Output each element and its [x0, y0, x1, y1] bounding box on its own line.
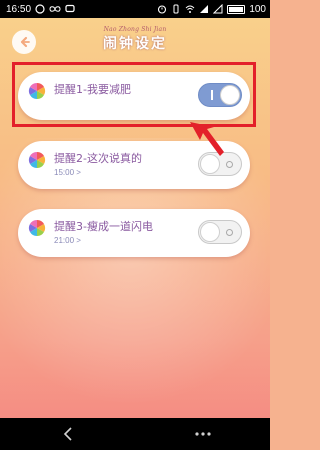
- status-alarm-icon: [158, 5, 167, 14]
- battery-icon: [227, 4, 246, 14]
- back-arrow-icon: [20, 36, 30, 48]
- nav-menu-button[interactable]: [188, 424, 218, 444]
- nav-bar: [0, 418, 270, 450]
- reminder-time-2[interactable]: 15:00 >: [54, 168, 81, 177]
- reminder-card-3[interactable]: 提醒3-瘦成一道闪电 21:00 >: [18, 209, 250, 257]
- toggle-knob: [200, 154, 220, 174]
- page-title: Nao Zhong Shi Jian 闹钟设定: [88, 26, 182, 53]
- reminder-title-1: 提醒1-我要减肥: [54, 83, 131, 96]
- status-notification-icon: [35, 4, 45, 14]
- status-infinity-icon: [49, 6, 61, 12]
- page-title-cn: 闹钟设定: [103, 36, 167, 52]
- status-battery-level: 100: [249, 3, 266, 15]
- reminder-toggle-3[interactable]: [198, 220, 242, 244]
- reminder-toggle-2[interactable]: [198, 152, 242, 176]
- status-vibrate-icon: [173, 4, 179, 14]
- toggle-knob: [200, 222, 220, 242]
- status-bar: 16:50 100: [0, 0, 270, 18]
- status-chat-icon: [65, 4, 75, 13]
- status-signal-icon: [200, 5, 209, 13]
- back-button[interactable]: [12, 30, 36, 54]
- reminder-toggle-1[interactable]: [198, 83, 242, 107]
- color-wheel-icon: [28, 219, 46, 237]
- reminder-time-3[interactable]: 21:00 >: [54, 236, 81, 245]
- app-screen: Nao Zhong Shi Jian 闹钟设定 提醒1-我要减肥 提醒2-这次说…: [0, 18, 270, 418]
- toggle-on-mark: [211, 90, 213, 100]
- page-title-en: Nao Zhong Shi Jian: [103, 26, 167, 33]
- nav-back-button[interactable]: [53, 424, 83, 444]
- status-wifi-icon: [185, 5, 195, 13]
- reminder-card-2[interactable]: 提醒2-这次说真的 15:00 >: [18, 141, 250, 189]
- more-dots-icon: [194, 432, 211, 436]
- toggle-off-mark: [226, 229, 233, 236]
- color-wheel-icon: [28, 151, 46, 169]
- status-time: 16:50: [6, 3, 32, 15]
- reminder-title-2: 提醒2-这次说真的: [54, 152, 142, 165]
- color-wheel-icon: [28, 82, 46, 100]
- header: Nao Zhong Shi Jian 闹钟设定: [0, 18, 270, 62]
- toggle-knob: [220, 85, 240, 105]
- chevron-left-icon: [63, 427, 72, 441]
- status-signal-icon-2: [213, 4, 223, 14]
- reminder-title-3: 提醒3-瘦成一道闪电: [54, 220, 153, 233]
- toggle-off-mark: [226, 161, 233, 168]
- reminder-card-1[interactable]: 提醒1-我要减肥: [18, 72, 250, 120]
